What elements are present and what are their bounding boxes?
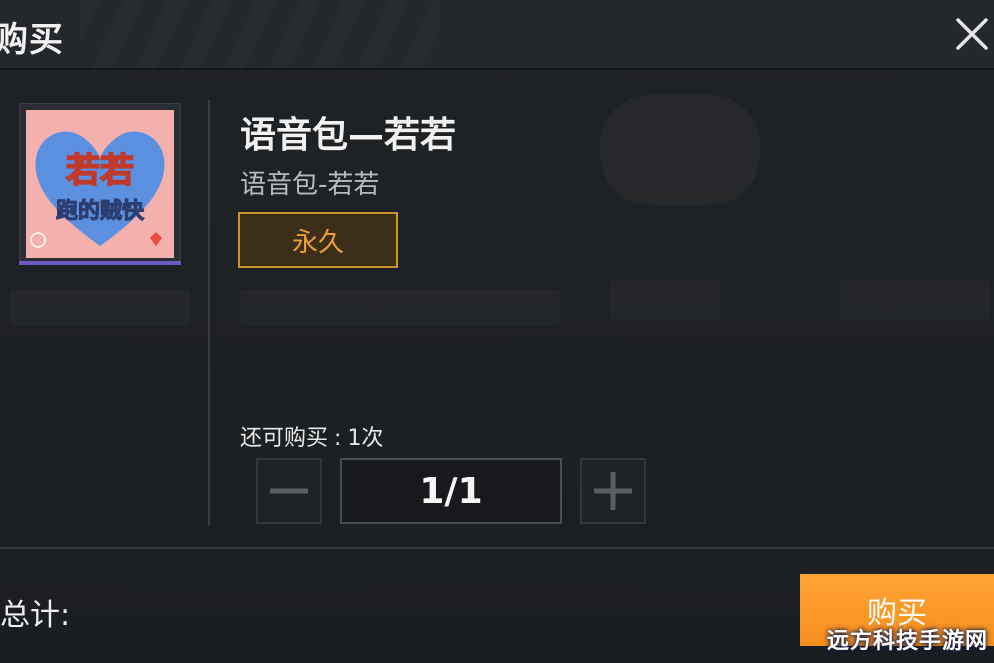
remaining-label: 还可购买 — [240, 426, 329, 451]
purchase-dialog: 购买 若若 跑的贼快 语音包—若若 语音包-若若 永久 还可购买:1次 1/1 … — [0, 0, 994, 663]
remaining-value: 1次 — [347, 426, 384, 451]
item-subtitle: 语音包-若若 — [240, 170, 380, 200]
background-blur-5 — [10, 290, 190, 326]
footer-divider — [0, 547, 994, 549]
background-blur-3 — [840, 280, 990, 320]
dialog-header: 购买 — [0, 0, 994, 70]
remaining-purchases: 还可购买:1次 — [240, 420, 383, 452]
duration-option-permanent[interactable]: 永久 — [238, 212, 398, 268]
item-thumbnail: 若若 跑的贼快 — [26, 110, 174, 258]
quantity-field[interactable]: 1/1 — [340, 458, 562, 524]
thumbnail-line1: 若若 — [66, 151, 134, 191]
remaining-separator: : — [334, 426, 342, 451]
voice-pack-heart-art: 若若 跑的贼快 — [26, 110, 174, 258]
decrease-quantity-button[interactable] — [256, 458, 322, 524]
item-name: 语音包—若若 — [240, 115, 457, 156]
dialog-title: 购买 — [0, 20, 64, 60]
increase-quantity-button[interactable] — [580, 458, 646, 524]
site-watermark: 远方科技手游网 — [826, 629, 988, 654]
vertical-divider — [208, 100, 210, 525]
close-icon — [956, 18, 988, 50]
rarity-bar — [19, 261, 181, 265]
total-label: 总计: — [0, 598, 71, 633]
background-blur-4 — [240, 290, 560, 326]
background-blur-2 — [610, 280, 720, 320]
header-decoration — [80, 0, 440, 68]
minus-icon — [270, 488, 308, 494]
item-thumbnail-frame[interactable]: 若若 跑的贼快 — [19, 103, 181, 265]
close-button[interactable] — [950, 12, 994, 56]
plus-icon — [594, 472, 632, 510]
background-blur-1 — [600, 95, 760, 205]
thumbnail-line2: 跑的贼快 — [56, 198, 145, 224]
